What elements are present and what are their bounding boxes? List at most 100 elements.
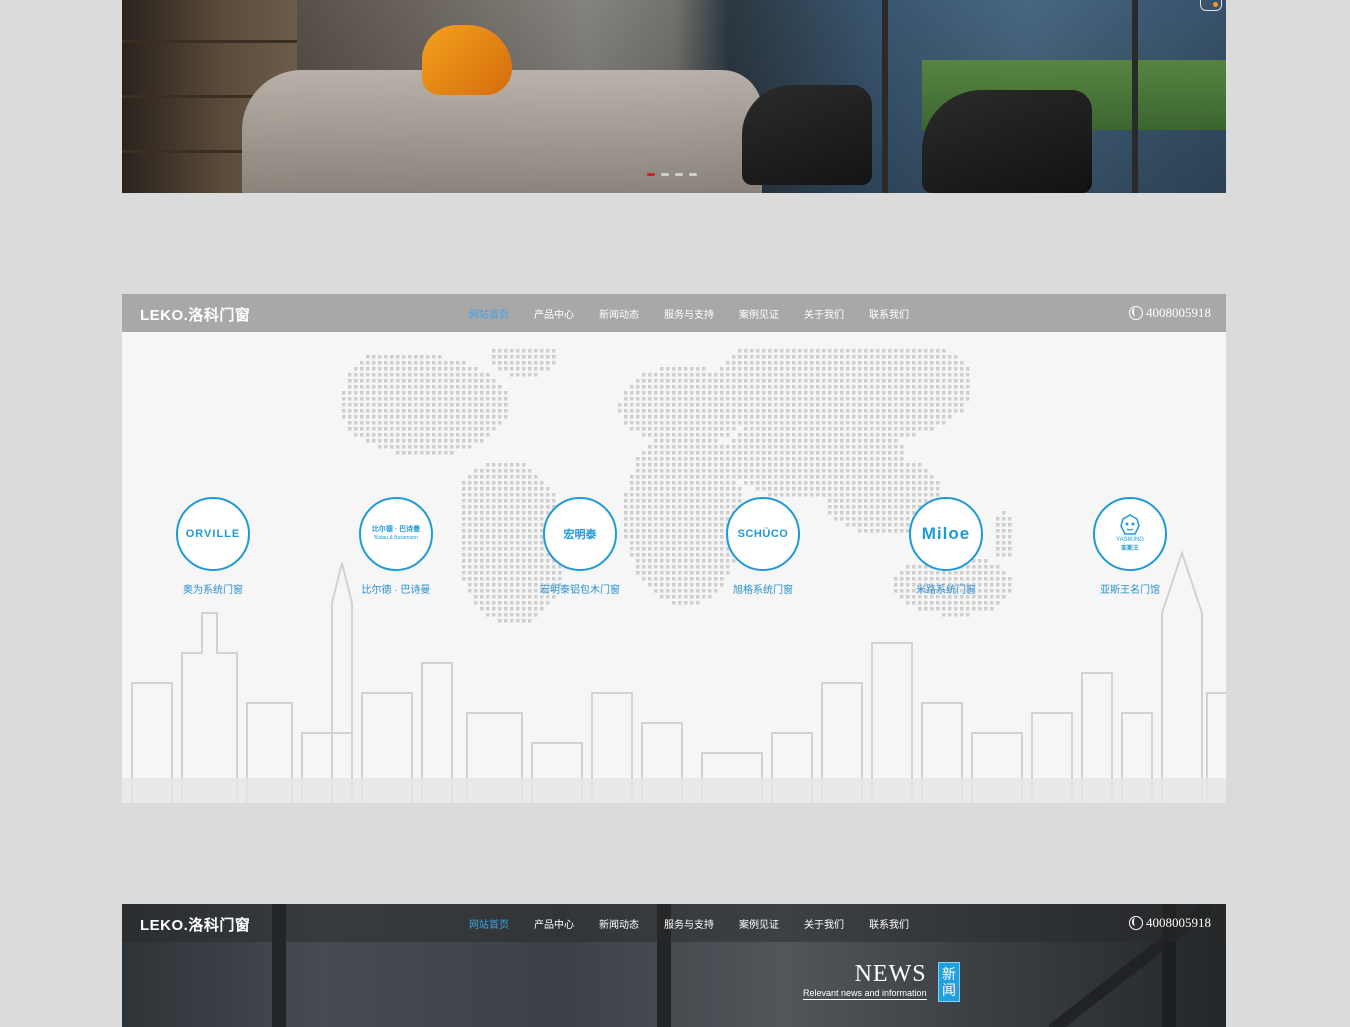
map-dot [912, 463, 916, 467]
brand-logo-circle[interactable]: 比尔德 · 巴诗曼 Bildau & Bussmann [359, 497, 433, 571]
nav-item-contact[interactable]: 联系我们 [869, 306, 909, 321]
brand-logo-circle[interactable]: Miloe [909, 497, 983, 571]
brand-orville[interactable]: ORVILLE 奥为系统门窗 [153, 497, 273, 596]
map-dot [702, 445, 706, 449]
brand-caption[interactable]: 奥为系统门窗 [153, 581, 273, 596]
brand-hongmingtai[interactable]: 宏明泰 宏明泰铝包木门窗 [520, 497, 640, 596]
map-dot [396, 403, 400, 407]
map-dot [780, 469, 784, 473]
map-dot [522, 355, 526, 359]
map-dot [708, 421, 712, 425]
map-dot [690, 397, 694, 401]
nav-item-products[interactable]: 产品中心 [534, 306, 574, 321]
brand-yasiking[interactable]: YASIKING 亚斯王 亚斯王名门馆 [1070, 497, 1190, 596]
map-dot [468, 499, 472, 503]
map-dot [858, 493, 862, 497]
map-dot [942, 385, 946, 389]
map-dot [732, 463, 736, 467]
map-dot [834, 415, 838, 419]
map-dot [834, 427, 838, 431]
map-dot [942, 391, 946, 395]
map-dot [864, 397, 868, 401]
brand-caption[interactable]: 比尔德 · 巴诗曼 [336, 581, 456, 596]
toggle-switch-icon[interactable] [1200, 0, 1222, 11]
nav-item-home[interactable]: 网站首页 [469, 306, 509, 321]
brand-logo-circle[interactable]: YASIKING 亚斯王 [1093, 497, 1167, 571]
map-dot [834, 499, 838, 503]
map-dot [402, 379, 406, 383]
map-dot [402, 409, 406, 413]
map-dot [798, 361, 802, 365]
map-dot [438, 409, 442, 413]
phone-number[interactable]: 4008005918 [1129, 915, 1211, 931]
map-dot [852, 427, 856, 431]
map-dot [942, 415, 946, 419]
map-dot [714, 403, 718, 407]
brand-logo-circle[interactable]: SCHÜCO [726, 497, 800, 571]
brand-miloe[interactable]: Miloe 米路系统门窗 [886, 497, 1006, 596]
brand-logo-circle[interactable]: ORVILLE [176, 497, 250, 571]
map-dot [414, 355, 418, 359]
map-dot [822, 487, 826, 491]
site-logo[interactable]: LEKO.洛科门窗 [140, 304, 250, 325]
map-dot [792, 463, 796, 467]
map-dot [654, 427, 658, 431]
slider-dot[interactable] [675, 173, 683, 176]
map-dot [822, 445, 826, 449]
brand-caption[interactable]: 旭格系统门窗 [703, 581, 823, 596]
brand-caption[interactable]: 米路系统门窗 [886, 581, 1006, 596]
map-dot [882, 445, 886, 449]
nav-item-cases[interactable]: 案例见证 [739, 306, 779, 321]
map-dot [726, 421, 730, 425]
map-dot [882, 433, 886, 437]
map-dot [720, 427, 724, 431]
map-dot [900, 421, 904, 425]
map-dot [456, 409, 460, 413]
map-dot [738, 439, 742, 443]
map-dot [444, 397, 448, 401]
brand-caption[interactable]: 宏明泰铝包木门窗 [520, 581, 640, 596]
map-dot [738, 373, 742, 377]
phone-number[interactable]: 4008005918 [1129, 305, 1211, 321]
map-dot [948, 409, 952, 413]
map-dot [474, 421, 478, 425]
nav-item-about[interactable]: 关于我们 [804, 916, 844, 931]
map-dot [462, 481, 466, 485]
slider-dot[interactable] [661, 173, 669, 176]
map-dot [480, 529, 484, 533]
brand-bildau[interactable]: 比尔德 · 巴诗曼 Bildau & Bussmann 比尔德 · 巴诗曼 [336, 497, 456, 596]
nav-item-cases[interactable]: 案例见证 [739, 916, 779, 931]
map-dot [360, 361, 364, 365]
nav-item-news[interactable]: 新闻动态 [599, 916, 639, 931]
brand-schuco[interactable]: SCHÜCO 旭格系统门窗 [703, 497, 823, 596]
map-dot [630, 391, 634, 395]
map-dot [804, 385, 808, 389]
map-dot [828, 421, 832, 425]
slider-dot[interactable] [689, 173, 697, 176]
brand-caption[interactable]: 亚斯王名门馆 [1070, 581, 1190, 596]
nav-item-home[interactable]: 网站首页 [469, 916, 509, 931]
site-logo[interactable]: LEKO.洛科门窗 [140, 914, 250, 935]
nav-item-news[interactable]: 新闻动态 [599, 306, 639, 321]
map-dot [738, 355, 742, 359]
map-dot [900, 409, 904, 413]
map-dot [402, 415, 406, 419]
map-dot [666, 367, 670, 371]
map-dot [960, 361, 964, 365]
map-dot [468, 385, 472, 389]
nav-item-about[interactable]: 关于我们 [804, 306, 844, 321]
map-dot [888, 409, 892, 413]
slider-dot[interactable] [647, 173, 655, 176]
nav-item-service[interactable]: 服务与支持 [664, 306, 714, 321]
nav-item-products[interactable]: 产品中心 [534, 916, 574, 931]
map-dot [816, 373, 820, 377]
nav-item-service[interactable]: 服务与支持 [664, 916, 714, 931]
map-dot [510, 469, 514, 473]
brand-logo-circle[interactable]: 宏明泰 [543, 497, 617, 571]
map-dot [894, 451, 898, 455]
map-dot [486, 517, 490, 521]
nav-item-contact[interactable]: 联系我们 [869, 916, 909, 931]
map-dot [786, 439, 790, 443]
map-dot [912, 415, 916, 419]
map-dot [756, 397, 760, 401]
